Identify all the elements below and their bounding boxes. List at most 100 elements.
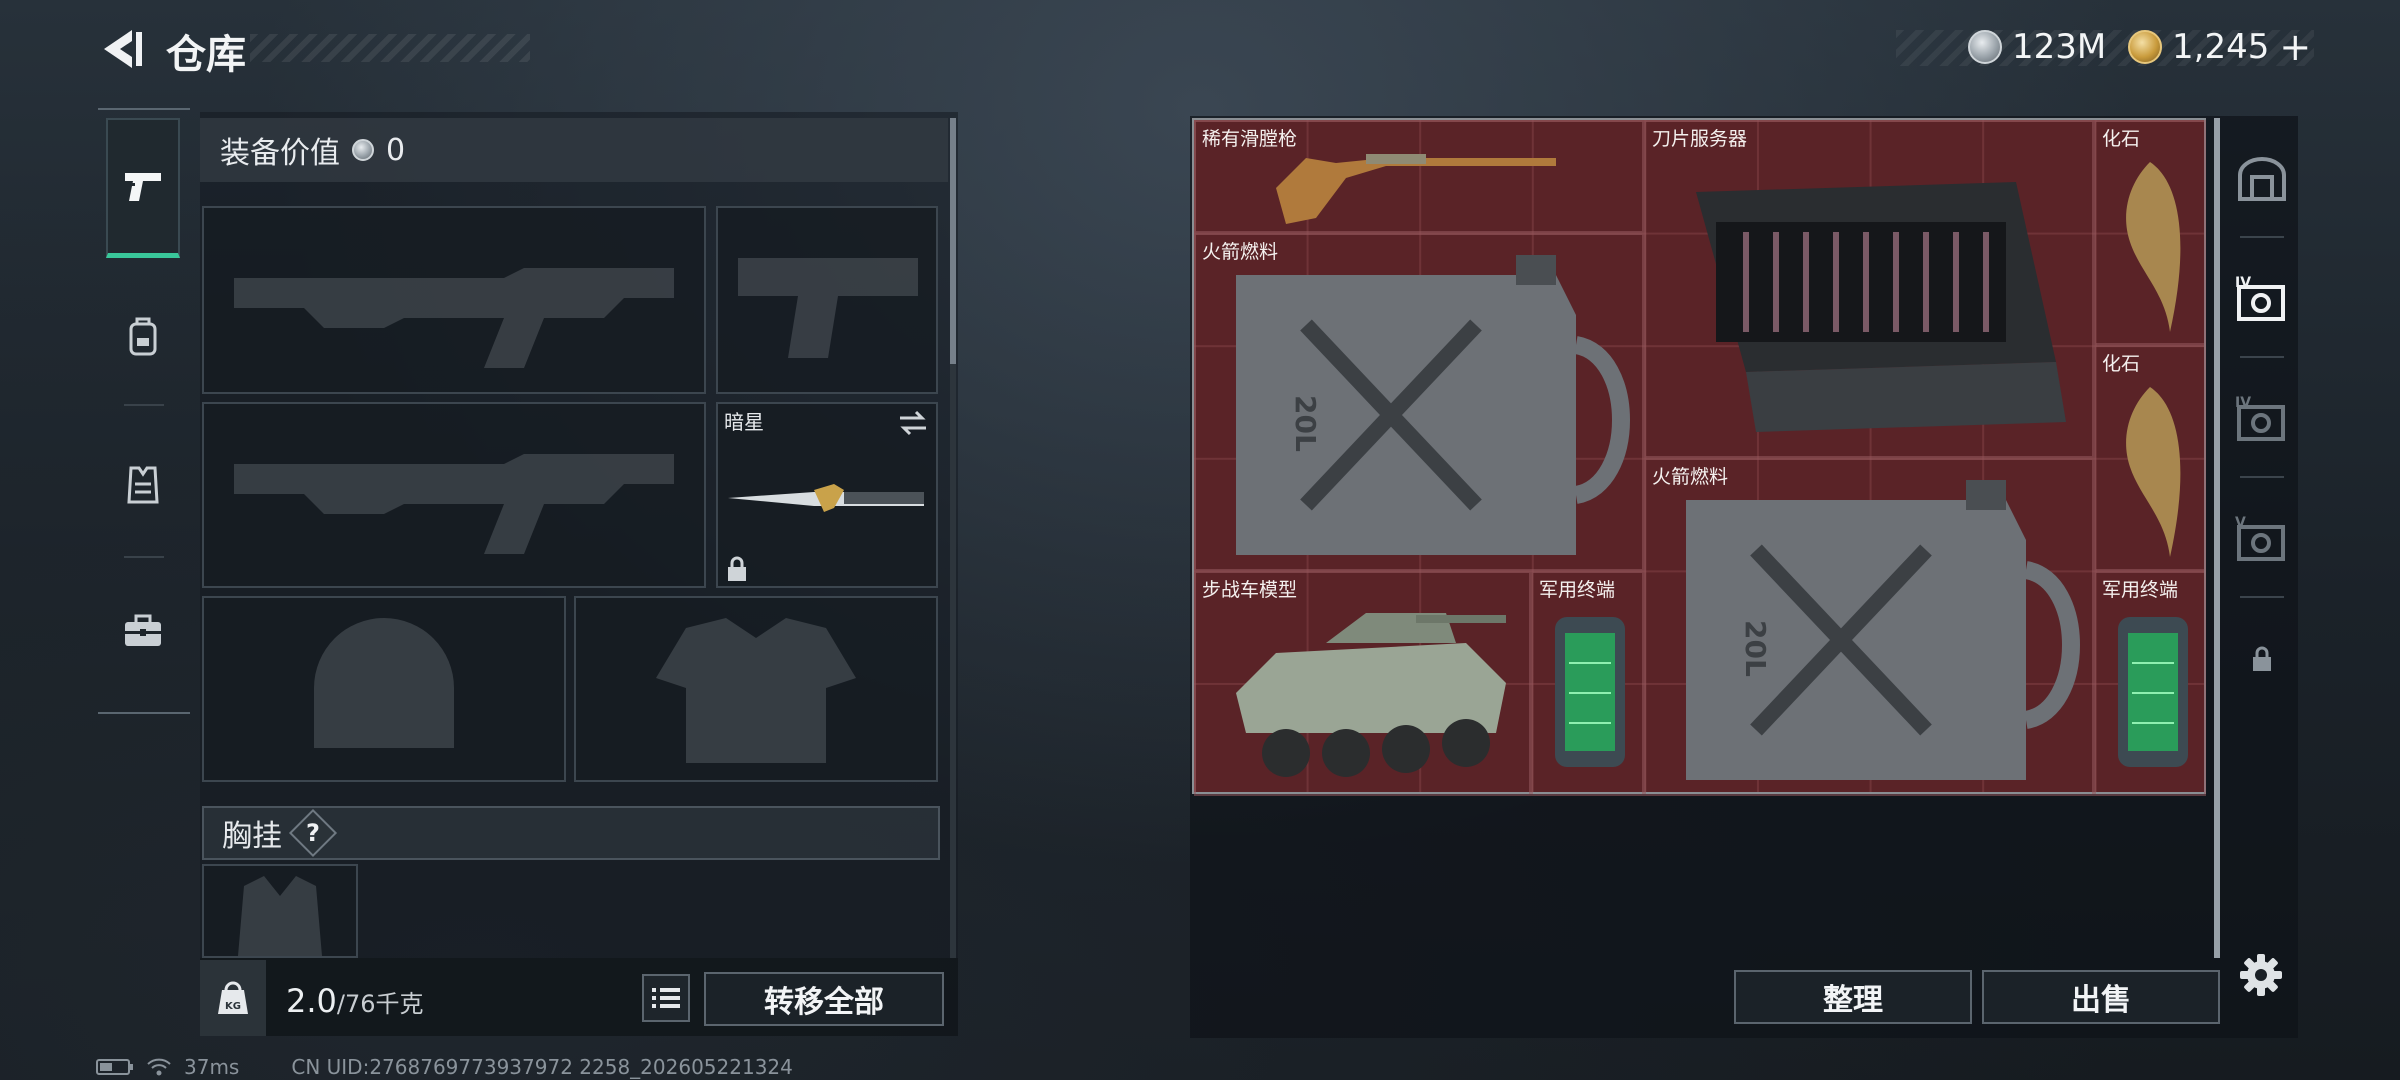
storage-scrollbar[interactable] bbox=[2214, 118, 2220, 958]
tab-storage-iv[interactable]: IV bbox=[2226, 240, 2298, 358]
nav-divider bbox=[124, 404, 164, 406]
lock-icon bbox=[2253, 646, 2271, 671]
nav-item-armor[interactable] bbox=[106, 414, 180, 554]
gold-amount: 1,245 bbox=[2172, 27, 2270, 67]
item-name: 步战车模型 bbox=[1202, 579, 1298, 601]
loadout-scroll-thumb[interactable] bbox=[950, 118, 956, 364]
title-decoration bbox=[250, 34, 530, 62]
military-terminal-icon bbox=[1555, 617, 1625, 767]
swap-icon[interactable] bbox=[898, 410, 928, 436]
item-name: 刀片服务器 bbox=[1652, 128, 1748, 150]
item-name: 军用终端 bbox=[2102, 579, 2179, 601]
nav-item-weapons[interactable] bbox=[106, 118, 180, 258]
fossil-claw-icon bbox=[2126, 387, 2181, 557]
primary-weapon-slot[interactable] bbox=[202, 206, 706, 394]
add-currency-button[interactable]: + bbox=[2279, 25, 2311, 69]
svg-text:V: V bbox=[2235, 515, 2246, 531]
svg-text:KG: KG bbox=[225, 1001, 241, 1012]
chest-rig-help-button[interactable]: ? bbox=[288, 808, 338, 858]
sell-button[interactable]: 出售 bbox=[1982, 970, 2220, 1024]
armor-silhouette-icon bbox=[656, 618, 856, 763]
tab-storage-iv-alt[interactable]: IV bbox=[2226, 360, 2298, 478]
wifi-icon bbox=[147, 1058, 171, 1076]
list-view-button[interactable] bbox=[642, 974, 690, 1022]
transfer-all-button[interactable]: 转移全部 bbox=[704, 972, 944, 1026]
jerrycan-icon: 20L bbox=[1236, 255, 1630, 555]
storage-item-rocket-fuel[interactable]: 火箭燃料 20L bbox=[1194, 233, 1644, 571]
tab-divider bbox=[2240, 596, 2284, 598]
storage-item-blade-server[interactable]: 刀片服务器 bbox=[1644, 120, 2094, 458]
storage-item-military-terminal[interactable]: 军用终端 bbox=[1531, 571, 1644, 796]
jerrycan-capacity: 20L bbox=[1739, 620, 1772, 677]
rifle-silhouette-icon bbox=[234, 268, 674, 368]
silver-amount: 123M bbox=[2012, 27, 2107, 67]
gear-icon bbox=[2240, 954, 2282, 996]
silver-coin-icon bbox=[352, 139, 374, 161]
weight-current: 2.0 bbox=[286, 982, 337, 1020]
backpack-icon bbox=[129, 317, 157, 356]
storage-grid: 稀有滑膛枪 刀片服务器 化石 火箭燃料 20L 化石 火箭燃料 20L 步战车模… bbox=[1192, 118, 2206, 796]
silver-currency: 123M bbox=[1968, 24, 2106, 70]
tab-divider bbox=[2240, 476, 2284, 478]
equipment-value-label: 装备价值 bbox=[220, 136, 340, 171]
storage-item-military-terminal[interactable]: 军用终端 bbox=[2094, 571, 2206, 796]
equipment-value: 0 bbox=[386, 132, 406, 168]
safe-box-icon bbox=[2238, 157, 2286, 201]
nav-item-items[interactable] bbox=[106, 560, 180, 700]
help-icon: ? bbox=[306, 818, 320, 847]
melee-slot[interactable]: 暗星 bbox=[716, 402, 938, 588]
storage-tier-iv-icon: IV bbox=[2235, 275, 2285, 321]
pistol-icon bbox=[125, 172, 161, 201]
nav-item-backpack[interactable] bbox=[106, 266, 180, 406]
chest-rig-header: 胸挂 ? bbox=[202, 806, 940, 860]
storage-item-ifv-model[interactable]: 步战车模型 bbox=[1194, 571, 1531, 796]
military-terminal-icon bbox=[2118, 617, 2188, 767]
armor-slot[interactable] bbox=[574, 596, 938, 782]
tab-locked[interactable] bbox=[2226, 600, 2298, 718]
lock-icon bbox=[728, 556, 746, 581]
tab-storage-v[interactable]: V bbox=[2226, 480, 2298, 598]
list-icon bbox=[652, 988, 680, 1008]
jerrycan-icon: 20L bbox=[1686, 480, 2080, 780]
storage-item-rocket-fuel[interactable]: 火箭燃料 20L bbox=[1644, 458, 2094, 796]
settings-button[interactable] bbox=[2238, 952, 2284, 1002]
helmet-silhouette-icon bbox=[314, 618, 454, 748]
uid-text: CN UID:2768769773937972 2258_20260522132… bbox=[291, 1055, 793, 1079]
rifle-silhouette-icon bbox=[234, 454, 674, 554]
ping-value: 37ms bbox=[184, 1055, 240, 1079]
storage-item-fossil[interactable]: 化石 bbox=[2094, 120, 2206, 345]
storage-item-fossil[interactable]: 化石 bbox=[2094, 345, 2206, 571]
equipment-value-bar: 装备价值 0 bbox=[200, 118, 948, 182]
storage-tier-v-icon: V bbox=[2235, 515, 2285, 561]
storage-item-musket[interactable]: 稀有滑膛枪 bbox=[1194, 120, 1644, 233]
status-footer: 37ms CN UID:2768769773937972 2258_202605… bbox=[96, 1055, 793, 1079]
armored-vehicle-icon bbox=[1236, 613, 1506, 777]
item-name: 化石 bbox=[2102, 353, 2141, 375]
helmet-slot[interactable] bbox=[202, 596, 566, 782]
item-name: 军用终端 bbox=[1539, 579, 1616, 601]
tab-divider bbox=[2240, 236, 2284, 238]
sort-button[interactable]: 整理 bbox=[1734, 970, 1972, 1024]
back-arrow-icon bbox=[104, 30, 142, 68]
back-button[interactable] bbox=[96, 26, 146, 72]
jerrycan-capacity: 20L bbox=[1289, 395, 1322, 452]
knife-icon bbox=[728, 484, 924, 512]
svg-text:IV: IV bbox=[2235, 275, 2251, 291]
pistol-silhouette-icon bbox=[738, 258, 918, 358]
nav-divider bbox=[124, 556, 164, 558]
tab-safe-box[interactable] bbox=[2226, 120, 2298, 238]
weight-badge: KG bbox=[200, 960, 266, 1036]
carry-weight: 2.0/76千克 bbox=[286, 982, 424, 1020]
storage-tier-iv-alt-icon: IV bbox=[2235, 395, 2285, 441]
item-name: 化石 bbox=[2102, 128, 2141, 150]
secondary-weapon-slot[interactable] bbox=[202, 402, 706, 588]
blade-server-icon bbox=[1696, 182, 2066, 432]
fossil-claw-icon bbox=[2126, 162, 2181, 332]
briefcase-icon bbox=[125, 614, 161, 646]
melee-item-name: 暗星 bbox=[724, 410, 764, 434]
gold-currency[interactable]: 1,245 + bbox=[2128, 24, 2311, 70]
chest-rig-slot[interactable] bbox=[202, 864, 358, 958]
gold-coin-icon bbox=[2128, 30, 2162, 64]
pistol-slot[interactable] bbox=[716, 206, 938, 394]
weight-max: /76千克 bbox=[336, 990, 424, 1018]
